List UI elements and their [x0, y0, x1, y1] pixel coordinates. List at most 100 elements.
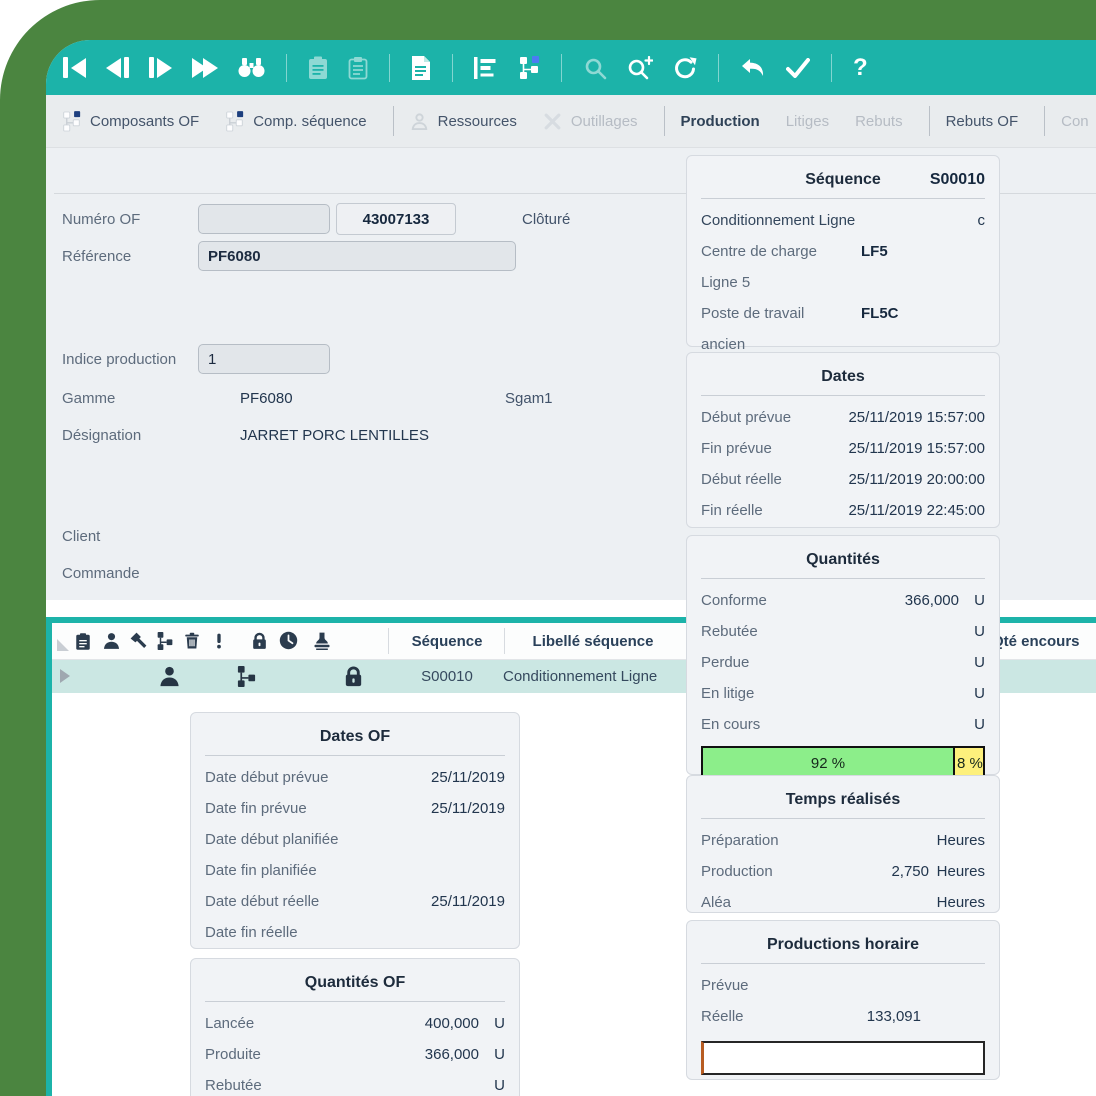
- row-label: En litige: [701, 685, 754, 702]
- quantities-panel-title: Quantités: [701, 544, 985, 579]
- clipboard-icon: [308, 56, 328, 80]
- first-record-button[interactable]: [58, 40, 91, 95]
- search-button[interactable]: [578, 40, 612, 95]
- row-value: 25/11/2019 20:00:00: [782, 471, 985, 488]
- hierarchy-button[interactable]: [513, 40, 545, 95]
- gantt-button[interactable]: [469, 40, 503, 95]
- row-value: 25/11/2019 15:57:00: [791, 409, 985, 426]
- panel-row: Date fin planifiée: [205, 855, 505, 886]
- status-label: Clôturé: [522, 211, 570, 228]
- tab-composants-of[interactable]: Composants OF: [62, 111, 199, 132]
- panel-row: Lancée 400,000 U: [205, 1008, 505, 1039]
- row-label: Poste de travail: [701, 305, 861, 322]
- sequence-code: S00010: [930, 171, 985, 189]
- panel-row: Date début réelle 25/11/2019: [205, 886, 505, 917]
- validate-button[interactable]: [781, 40, 815, 95]
- indice-production-input[interactable]: [198, 344, 330, 374]
- dates-panel: Dates Début prévue 25/11/2019 15:57:00 F…: [686, 352, 1000, 528]
- fast-forward-button[interactable]: [187, 40, 223, 95]
- hierarchy-icon: [62, 111, 81, 132]
- toolbar-separator: [718, 54, 719, 82]
- copy-button[interactable]: [343, 40, 373, 95]
- panel-row: Réelle 133,091: [701, 1001, 985, 1032]
- exclamation-icon: [211, 631, 227, 651]
- tab-rebuts-of[interactable]: Rebuts OF: [946, 113, 1019, 130]
- row-label: Fin réelle: [701, 502, 763, 519]
- sequence-panel-title: Séquence S00010: [701, 164, 985, 199]
- clipboard-check-icon: [348, 56, 368, 80]
- paste-button[interactable]: [303, 40, 333, 95]
- hammer-icon: [129, 631, 148, 650]
- row-value: 25/11/2019 15:57:00: [772, 440, 985, 457]
- undo-button[interactable]: [735, 40, 771, 95]
- zoom-in-button[interactable]: [622, 40, 658, 95]
- tab-comp-sequence[interactable]: Comp. séquence: [225, 111, 366, 132]
- tab-production[interactable]: Production: [681, 113, 760, 130]
- column-header-sequence[interactable]: Séquence: [392, 623, 502, 659]
- toolbar: ?: [46, 40, 1096, 95]
- tab-label: Con: [1061, 113, 1089, 130]
- tab-label: Ressources: [438, 113, 517, 130]
- reference-input[interactable]: [198, 241, 516, 271]
- row-value: LF5: [861, 243, 888, 260]
- toolbar-separator: [389, 54, 390, 82]
- previous-record-button[interactable]: [101, 40, 134, 95]
- panel-row: Production 2,750 Heures: [701, 856, 985, 887]
- help-icon: ?: [853, 56, 868, 80]
- row-label: Préparation: [701, 832, 779, 849]
- row-label: En cours: [701, 716, 760, 733]
- panel-row: Conditionnement Ligne c: [701, 205, 985, 236]
- row-unit: U: [479, 1077, 505, 1094]
- tab-rebuts[interactable]: Rebuts: [855, 113, 903, 130]
- times-panel: Temps réalisés Préparation Heures Produc…: [686, 775, 1000, 913]
- tab-label: Litiges: [786, 113, 829, 130]
- row-label: Centre de charge: [701, 243, 861, 260]
- quantities-of-panel-title: Quantités OF: [205, 967, 505, 1002]
- row-selector-icon[interactable]: [60, 669, 70, 683]
- row-label: Conditionnement Ligne: [701, 212, 978, 229]
- numero-of-label: Numéro OF: [62, 211, 198, 228]
- hierarchy-icon: [225, 111, 244, 132]
- previous-record-icon: [106, 58, 121, 78]
- next-record-button[interactable]: [144, 40, 177, 95]
- hourly-production-input[interactable]: [701, 1041, 985, 1075]
- tab-consommations[interactable]: Con: [1061, 113, 1089, 130]
- tools-icon: [543, 112, 562, 131]
- hierarchy-icon: [236, 665, 257, 688]
- tab-label: Production: [681, 113, 760, 130]
- find-button[interactable]: [233, 40, 270, 95]
- designation-value: JARRET PORC LENTILLES: [240, 427, 429, 444]
- hierarchy-icon: [156, 631, 174, 651]
- tab-litiges[interactable]: Litiges: [786, 113, 829, 130]
- panel-row: Date début prévue 25/11/2019: [205, 762, 505, 793]
- column-header-libelle[interactable]: Libellé séquence: [508, 623, 678, 659]
- row-label: Fin prévue: [701, 440, 772, 457]
- numero-of-input[interactable]: [198, 204, 330, 234]
- dates-of-panel-title: Dates OF: [205, 721, 505, 756]
- hourly-panel-title: Productions horaire: [701, 929, 985, 964]
- refresh-button[interactable]: [668, 40, 702, 95]
- column-header-qte-encours[interactable]: Qté encours: [992, 623, 1096, 659]
- row-label: Prévue: [701, 977, 749, 994]
- row-label: Rebutée: [701, 623, 758, 640]
- hierarchy-icon: [518, 56, 540, 80]
- panel-row: Fin réelle 25/11/2019 22:45:00: [701, 495, 985, 526]
- person-icon: [102, 631, 121, 651]
- commande-label: Commande: [62, 565, 240, 582]
- row-label: Date début planifiée: [205, 831, 338, 848]
- row-unit: Heures: [929, 894, 985, 911]
- trash-icon: [183, 631, 201, 651]
- new-document-button[interactable]: [406, 40, 436, 95]
- row-label: Ligne 5: [701, 274, 985, 291]
- zoom-plus-icon: [627, 56, 653, 80]
- help-button[interactable]: ?: [848, 40, 873, 95]
- tab-outillages[interactable]: Outillages: [543, 112, 638, 131]
- tab-ressources[interactable]: Ressources: [410, 112, 517, 131]
- row-label: Réelle: [701, 1008, 744, 1025]
- lock-icon: [250, 631, 269, 651]
- panel-row: Date fin réelle: [205, 917, 505, 948]
- clipboard-icon: [74, 631, 92, 652]
- tab-separator: [1044, 106, 1045, 136]
- person-icon: [410, 112, 429, 131]
- dates-panel-title: Dates: [701, 361, 985, 396]
